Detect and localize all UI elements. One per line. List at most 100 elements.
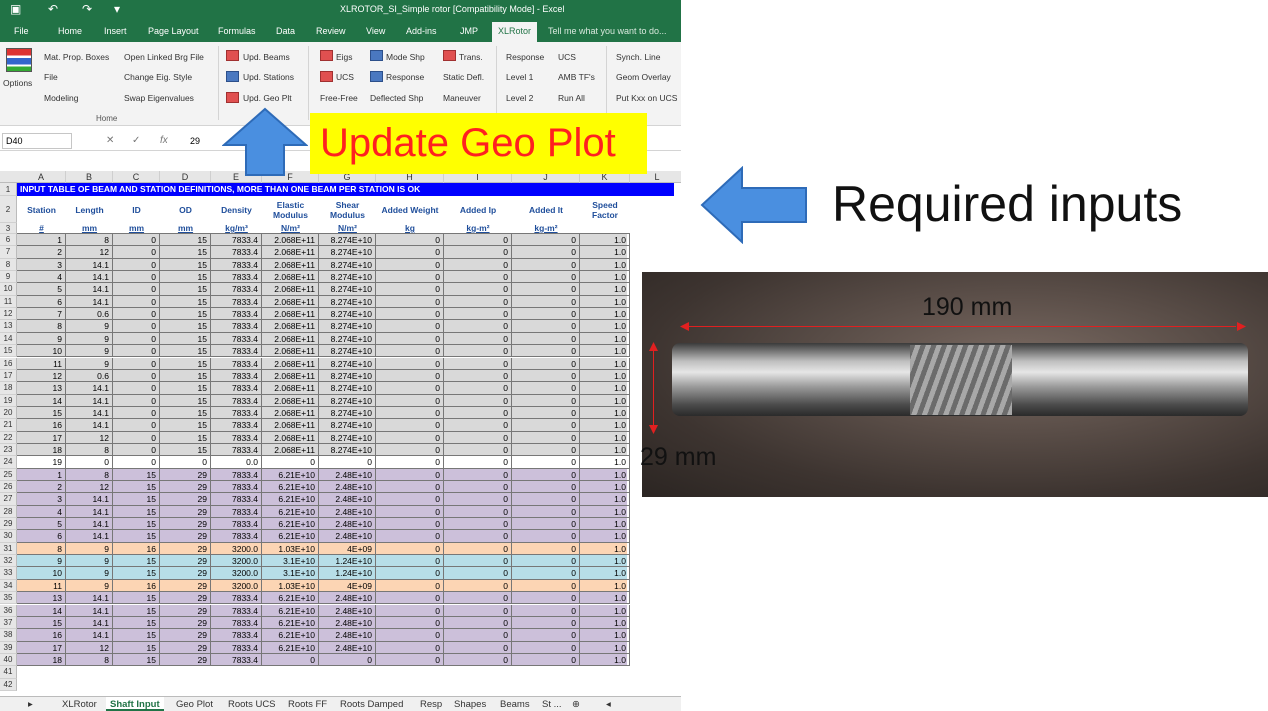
table-cell[interactable]: 1.0 xyxy=(580,468,630,481)
table-cell[interactable]: 7833.4 xyxy=(211,369,262,383)
table-cell[interactable]: 0 xyxy=(376,369,444,383)
table-cell[interactable]: 14.1 xyxy=(66,530,113,543)
table-cell[interactable]: 2.48E+10 xyxy=(319,616,376,630)
table-cell[interactable]: 8.274E+10 xyxy=(319,431,376,444)
column-header-c[interactable]: C xyxy=(113,171,160,183)
table-cell[interactable]: 0 xyxy=(113,234,160,247)
table-cell[interactable]: 2.068E+11 xyxy=(262,320,319,333)
table-cell[interactable]: 2.068E+11 xyxy=(262,394,319,407)
table-cell[interactable]: 0 xyxy=(113,308,160,321)
table-cell[interactable]: 0 xyxy=(444,394,512,407)
table-row[interactable]: 5 14.1 15 29 7833.4 6.21E+10 2.48E+10 0 0 0 1.0 xyxy=(17,518,630,531)
table-cell[interactable]: 18 xyxy=(17,443,66,457)
upd-beams-button[interactable]: Upd. Beams xyxy=(243,52,290,62)
table-cell[interactable]: 0 xyxy=(512,456,580,469)
static-defl-button[interactable]: Static Defl. xyxy=(443,72,484,82)
table-cell[interactable]: 7833.4 xyxy=(211,357,262,370)
row-header[interactable]: 16 xyxy=(0,357,17,370)
table-cell[interactable]: 0 xyxy=(376,345,444,358)
table-cell[interactable]: 0 xyxy=(512,406,580,420)
table-cell[interactable]: 15 xyxy=(113,604,160,617)
sheet-tab-roots-ff[interactable]: Roots FF xyxy=(288,699,327,710)
table-cell[interactable]: 2.48E+10 xyxy=(319,592,376,605)
table-cell[interactable]: 7833.4 xyxy=(211,271,262,284)
worksheet-grid[interactable]: ABCDEFGHIJKL 1 INPUT TABLE OF BEAM AND ST… xyxy=(0,171,681,696)
table-cell[interactable]: 1.0 xyxy=(580,616,630,630)
table-cell[interactable]: 0 xyxy=(444,641,512,654)
table-cell[interactable]: 8.274E+10 xyxy=(319,419,376,432)
table-cell[interactable]: 0 xyxy=(512,555,580,568)
table-cell[interactable]: 0 xyxy=(444,357,512,370)
table-cell[interactable]: 2.068E+11 xyxy=(262,246,319,259)
table-cell[interactable]: 14.1 xyxy=(66,382,113,395)
row-header[interactable]: 22 xyxy=(0,431,17,444)
table-cell[interactable]: 6 xyxy=(17,295,66,309)
table-row[interactable]: 18 8 15 29 7833.4 0 0 0 0 0 1.0 xyxy=(17,653,630,667)
table-cell[interactable]: 7833.4 xyxy=(211,592,262,605)
table-cell[interactable]: 2.068E+11 xyxy=(262,308,319,321)
table-cell[interactable]: 1.0 xyxy=(580,419,630,432)
table-cell[interactable]: 1.0 xyxy=(580,456,630,469)
amb-tfs-button[interactable]: AMB TF's xyxy=(558,72,595,82)
change-eig-style-button[interactable]: Change Eig. Style xyxy=(124,72,192,82)
table-cell[interactable]: 5 xyxy=(17,283,66,296)
table-cell[interactable]: 7833.4 xyxy=(211,431,262,444)
table-cell[interactable]: 0 xyxy=(444,283,512,296)
table-cell[interactable]: 9 xyxy=(66,320,113,333)
row-header[interactable]: 34 xyxy=(0,579,17,593)
table-cell[interactable]: 9 xyxy=(66,555,113,568)
table-cell[interactable]: 4 xyxy=(17,505,66,519)
row-header[interactable]: 25 xyxy=(0,468,17,481)
table-cell[interactable]: 15 xyxy=(160,406,211,420)
table-cell[interactable]: 8.274E+10 xyxy=(319,332,376,346)
save-icon[interactable]: ▣ xyxy=(10,2,21,16)
table-cell[interactable]: 15 xyxy=(160,308,211,321)
table-cell[interactable]: 2.068E+11 xyxy=(262,345,319,358)
table-cell[interactable]: 8.274E+10 xyxy=(319,443,376,457)
table-cell[interactable]: 15 xyxy=(160,419,211,432)
table-cell[interactable]: 6.21E+10 xyxy=(262,592,319,605)
table-cell[interactable]: 16 xyxy=(113,579,160,593)
table-cell[interactable]: 7833.4 xyxy=(211,443,262,457)
table-cell[interactable]: 0 xyxy=(113,332,160,346)
tab-insert[interactable]: Insert xyxy=(104,26,127,36)
table-cell[interactable]: 8 xyxy=(66,468,113,481)
table-row[interactable]: 6 14.1 0 15 7833.4 2.068E+11 8.274E+10 0 0 0 1.0 xyxy=(17,295,630,309)
table-cell[interactable]: 7833.4 xyxy=(211,394,262,407)
table-cell[interactable]: 15 xyxy=(113,616,160,630)
table-cell[interactable]: 7833.4 xyxy=(211,604,262,617)
sheet-tab-roots-ucs[interactable]: Roots UCS xyxy=(228,699,276,710)
table-cell[interactable]: 29 xyxy=(160,641,211,654)
table-cell[interactable]: 0 xyxy=(113,283,160,296)
table-cell[interactable]: 7833.4 xyxy=(211,641,262,654)
table-cell[interactable]: 0 xyxy=(376,382,444,395)
table-cell[interactable]: 0 xyxy=(512,320,580,333)
table-cell[interactable]: 0 xyxy=(376,320,444,333)
row-header[interactable]: 24 xyxy=(0,456,17,469)
table-cell[interactable]: 7833.4 xyxy=(211,332,262,346)
table-cell[interactable]: 7833.4 xyxy=(211,234,262,247)
tab-view[interactable]: View xyxy=(366,26,385,36)
table-cell[interactable]: 7833.4 xyxy=(211,345,262,358)
row-header[interactable]: 42 xyxy=(0,678,17,691)
table-cell[interactable]: 15 xyxy=(160,345,211,358)
table-cell[interactable]: 0.0 xyxy=(211,456,262,469)
table-row[interactable]: 3 14.1 15 29 7833.4 6.21E+10 2.48E+10 0 0 0 1.0 xyxy=(17,493,630,506)
table-cell[interactable]: 0 xyxy=(444,542,512,556)
table-cell[interactable]: 14.1 xyxy=(66,258,113,272)
table-cell[interactable]: 0 xyxy=(376,357,444,370)
table-cell[interactable]: 0 xyxy=(113,295,160,309)
table-cell[interactable]: 29 xyxy=(160,518,211,531)
table-cell[interactable]: 0 xyxy=(319,456,376,469)
table-cell[interactable]: 14.1 xyxy=(66,629,113,642)
table-cell[interactable]: 2.48E+10 xyxy=(319,505,376,519)
table-cell[interactable]: 14.1 xyxy=(66,616,113,630)
table-cell[interactable]: 0 xyxy=(444,567,512,580)
table-cell[interactable]: 12 xyxy=(66,246,113,259)
table-cell[interactable]: 1 xyxy=(17,468,66,481)
table-cell[interactable]: 8.274E+10 xyxy=(319,382,376,395)
table-cell[interactable]: 6.21E+10 xyxy=(262,530,319,543)
table-cell[interactable]: 8 xyxy=(66,234,113,247)
table-row[interactable]: 17 12 0 15 7833.4 2.068E+11 8.274E+10 0 0 0 1.0 xyxy=(17,431,630,444)
table-cell[interactable]: 2.48E+10 xyxy=(319,481,376,494)
